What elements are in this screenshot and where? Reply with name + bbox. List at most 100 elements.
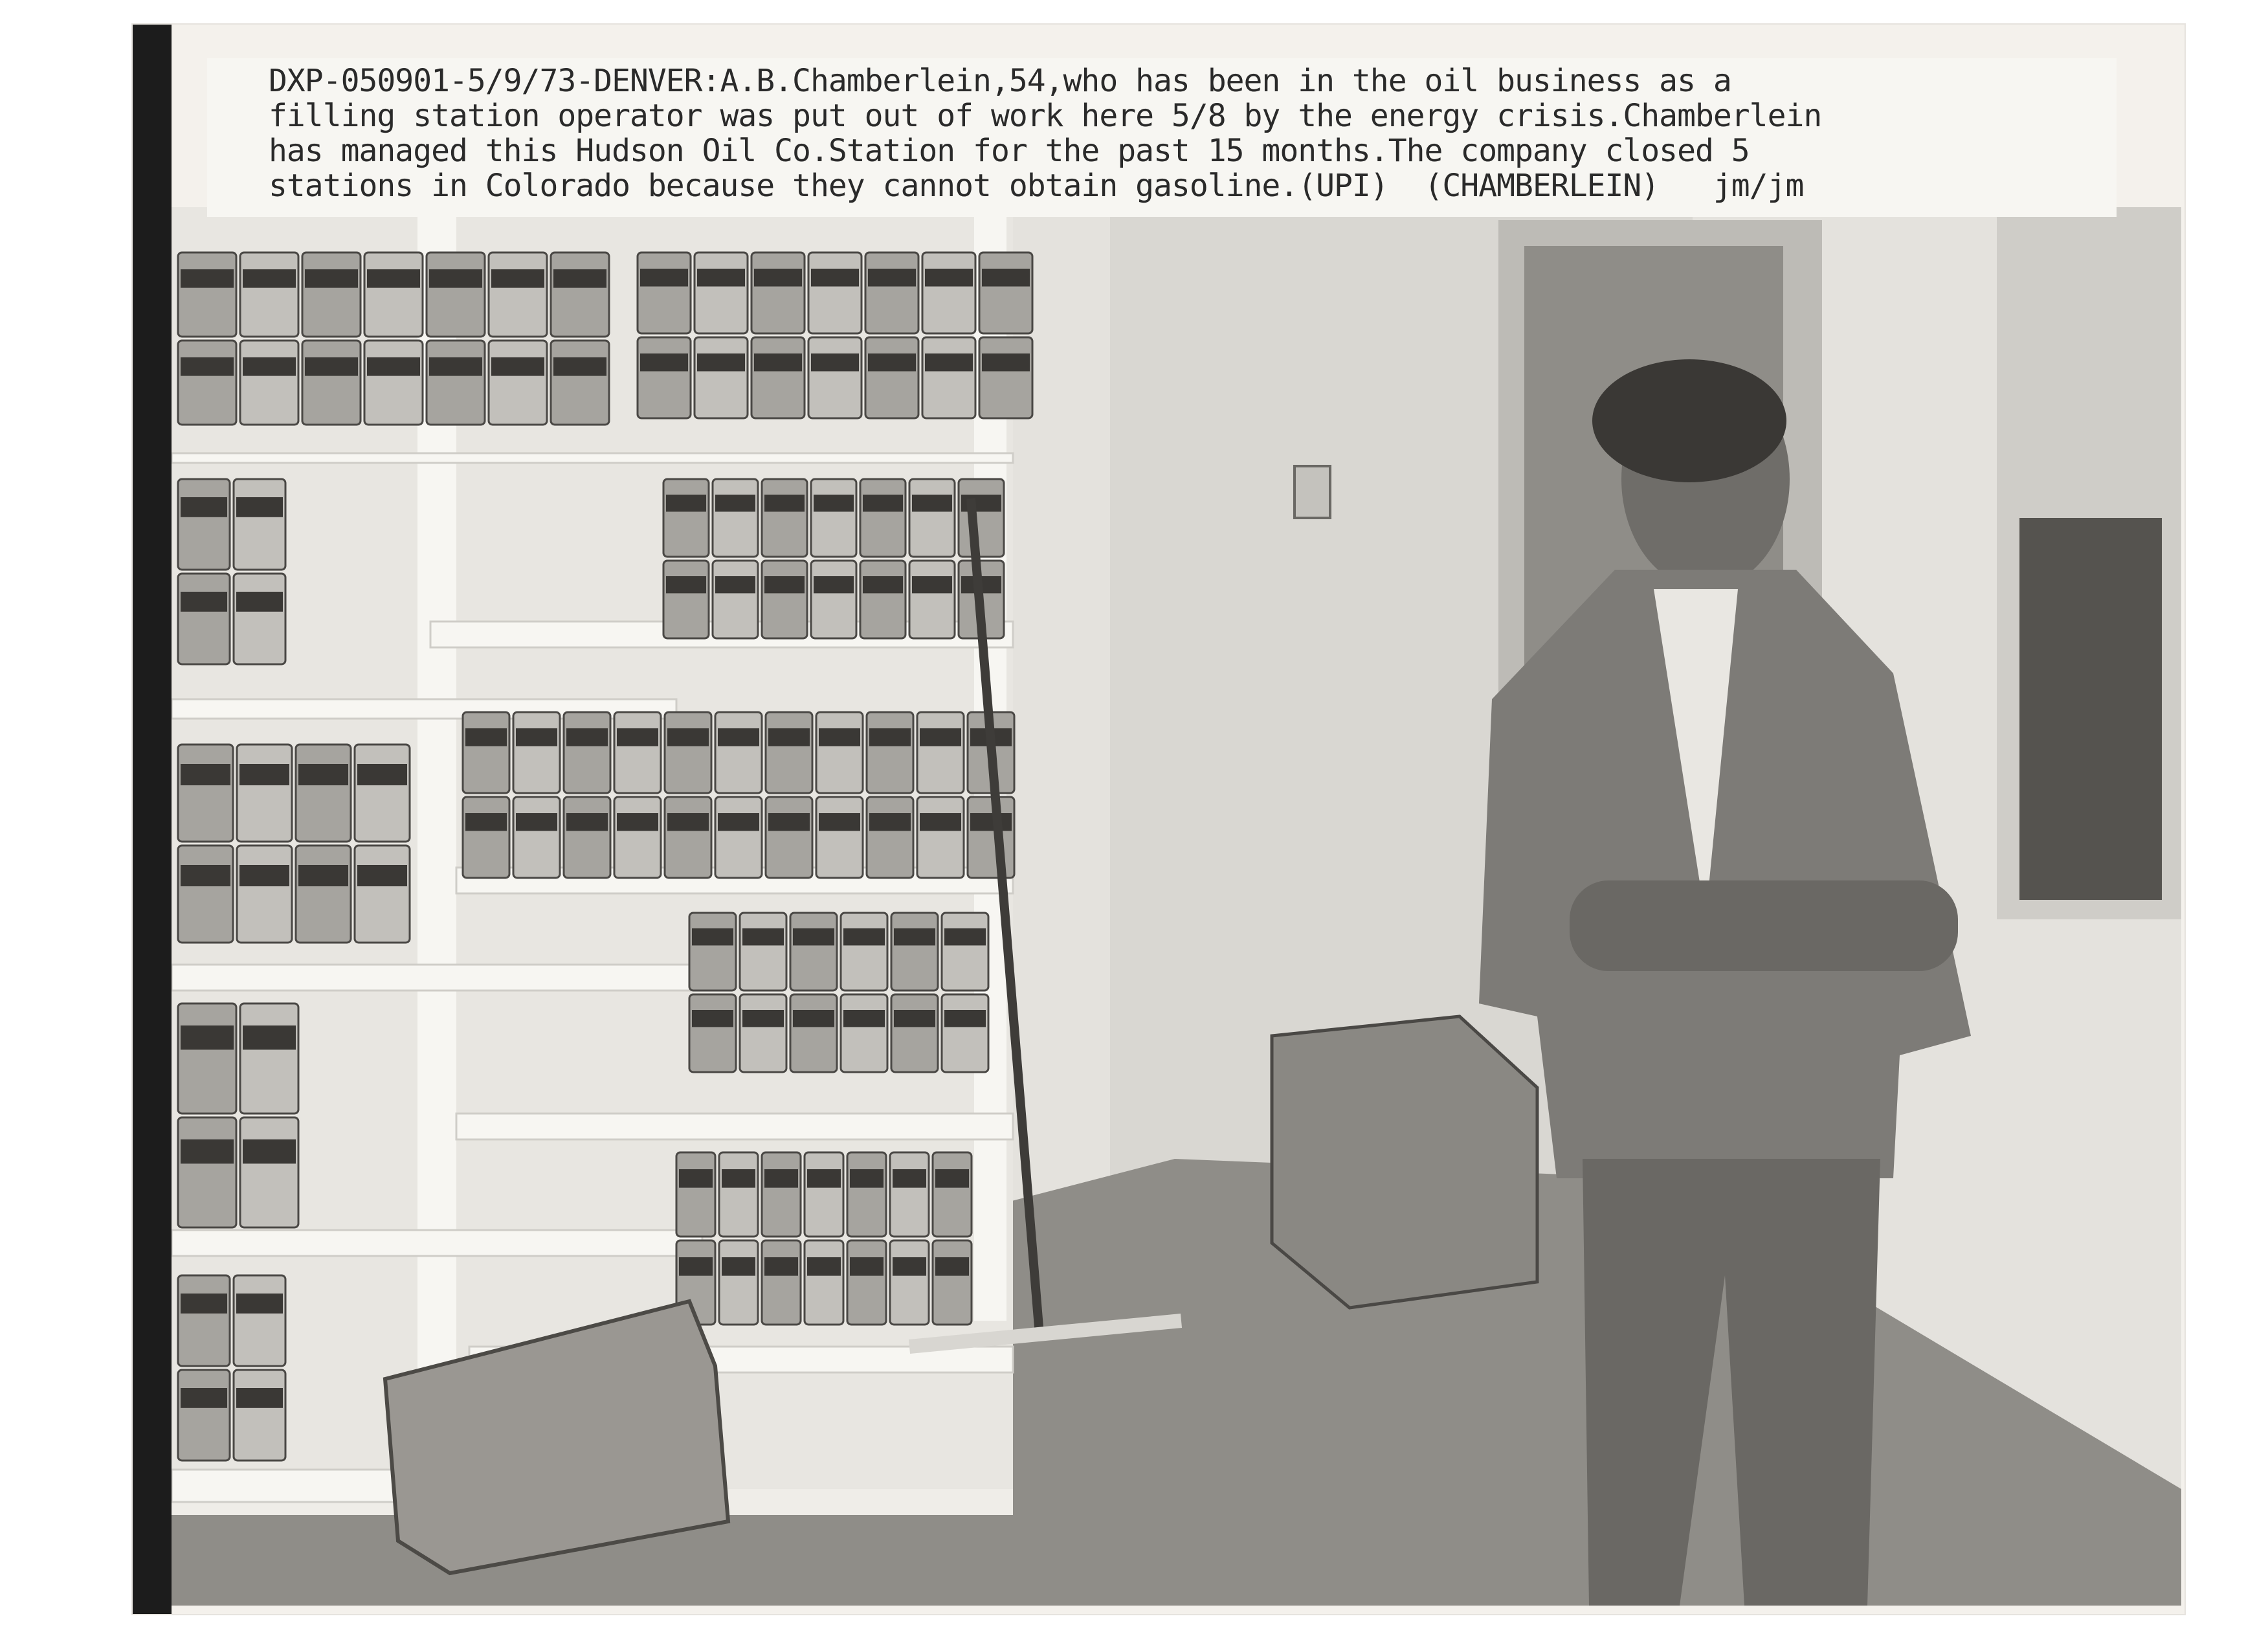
- oil-can-pennzoil: [177, 1002, 238, 1115]
- oil-can-label-band: [893, 1257, 926, 1276]
- oil-can-label-band: [553, 269, 606, 288]
- oil-can-label-band: [843, 928, 885, 946]
- oil-can-label-band: [298, 865, 348, 886]
- oil-can-label-band: [679, 1169, 713, 1188]
- oil-can-hud: [363, 251, 424, 338]
- oil-can-label-band: [754, 353, 802, 372]
- oil-can-hudson: [711, 478, 759, 558]
- oil-can-label-band: [863, 576, 903, 594]
- oil-can-label-band: [894, 928, 935, 946]
- oil-can-label-band: [912, 576, 952, 594]
- oil-can-hud: [177, 251, 238, 338]
- oil-can-hudson: [236, 743, 293, 843]
- oil-can-label-band: [742, 928, 784, 946]
- oil-can-hud: [177, 339, 238, 426]
- oil-can-label-band: [807, 1257, 841, 1276]
- oil-can-label-band: [793, 928, 834, 946]
- oil-can-label-band: [944, 928, 986, 946]
- oil-can-havoline: [940, 993, 990, 1073]
- oil-can-label-band: [811, 269, 859, 287]
- oil-can-label-band: [697, 353, 745, 372]
- oil-can-hudson: [846, 1151, 887, 1238]
- oil-can-label-band: [868, 353, 916, 372]
- oil-can-hudson: [461, 796, 511, 879]
- oil-can-hudson: [662, 559, 710, 640]
- oil-can-hudson: [295, 743, 352, 843]
- oil-can-label-band: [465, 728, 507, 746]
- oil-can-hudson: [675, 1151, 717, 1238]
- oil-can-label-band: [491, 269, 544, 288]
- oil-can-hud: [301, 251, 362, 338]
- oil-can-label-band: [305, 357, 358, 376]
- oil-can-label-band: [894, 1010, 935, 1027]
- photograph: [172, 207, 2181, 1606]
- oil-can-hudson: [889, 1239, 930, 1326]
- oil-can-stp: [177, 1274, 231, 1367]
- oil-can-hud: [487, 251, 548, 338]
- oil-can-havoline: [839, 912, 889, 992]
- oil-can-hudson: [761, 1239, 802, 1326]
- oil-can-label-band: [181, 1388, 227, 1408]
- oil-can-label-band: [970, 813, 1012, 831]
- oil-can-havoline: [789, 993, 838, 1073]
- oil-can-label-band: [764, 1169, 798, 1188]
- oil-can-label-band: [236, 592, 283, 612]
- oil-can-label-band: [982, 269, 1030, 287]
- oil-can-label-band: [811, 353, 859, 372]
- oil-can-label-band: [429, 357, 482, 376]
- oil-can-label-band: [868, 269, 916, 287]
- oil-can-label-band: [298, 764, 348, 785]
- oil-can-hud: [550, 339, 610, 426]
- shelf-board: [455, 1112, 1014, 1141]
- oil-can-label-band: [869, 813, 911, 831]
- oil-can-hudson: [232, 478, 287, 571]
- oil-can-label-band: [793, 1010, 834, 1027]
- oil-can-label-band: [814, 495, 854, 512]
- oil-can-label-band: [715, 576, 755, 594]
- oil-can-hud: [693, 251, 749, 335]
- oil-can-hud: [239, 339, 300, 426]
- oil-can-label-band: [944, 1010, 986, 1027]
- oil-can-hudson: [815, 796, 864, 879]
- oil-can-label-band: [367, 269, 420, 288]
- oil-can-hudson: [714, 711, 763, 794]
- oil-can-havoline: [739, 912, 788, 992]
- oil-can-hudson: [663, 796, 713, 879]
- oil-can-hudson: [613, 796, 662, 879]
- oil-can-label-band: [814, 576, 854, 594]
- oil-can-label-band: [243, 1139, 296, 1164]
- oil-can-label-band: [843, 1010, 885, 1027]
- oil-can-label-band: [181, 1294, 227, 1314]
- caption-block: DXP-050901-5/9/73-DENVER:A.B.Chamberlein…: [207, 58, 2117, 217]
- oil-can-hudson: [908, 478, 956, 558]
- oil-can-label-band: [920, 813, 961, 831]
- oil-can-hudson: [908, 559, 956, 640]
- oil-can-label-band: [912, 495, 952, 512]
- oil-can-hudson: [931, 1151, 973, 1238]
- oil-can-hud: [807, 251, 863, 335]
- oil-can-hudson: [718, 1151, 759, 1238]
- oil-can-hud: [921, 251, 977, 335]
- wall-poster: [2019, 518, 2162, 900]
- oil-can-havoline: [940, 912, 990, 992]
- caption-line-2: filling station operator was put out of …: [269, 98, 1822, 134]
- oil-can-hudson: [916, 796, 965, 879]
- oil-can-hud: [363, 339, 424, 426]
- oil-can-label-band: [429, 269, 482, 288]
- oil-can-hud: [864, 251, 920, 335]
- oil-can-hudson: [232, 572, 287, 666]
- oil-can-stp: [232, 1369, 287, 1462]
- oil-can-label-band: [679, 1257, 713, 1276]
- oil-can-hud: [807, 336, 863, 420]
- oil-can-hudson: [966, 796, 1016, 879]
- oil-can-label-band: [566, 728, 608, 746]
- oil-can-hudson: [865, 711, 915, 794]
- oil-can-label-band: [239, 865, 289, 886]
- oil-can-label-band: [819, 728, 860, 746]
- oil-can-hud: [921, 336, 977, 420]
- oil-can-label-band: [305, 269, 358, 288]
- oil-can-label-band: [640, 353, 688, 372]
- oil-can-label-band: [764, 576, 805, 594]
- oil-can-label-band: [666, 576, 706, 594]
- oil-can-hudson: [613, 711, 662, 794]
